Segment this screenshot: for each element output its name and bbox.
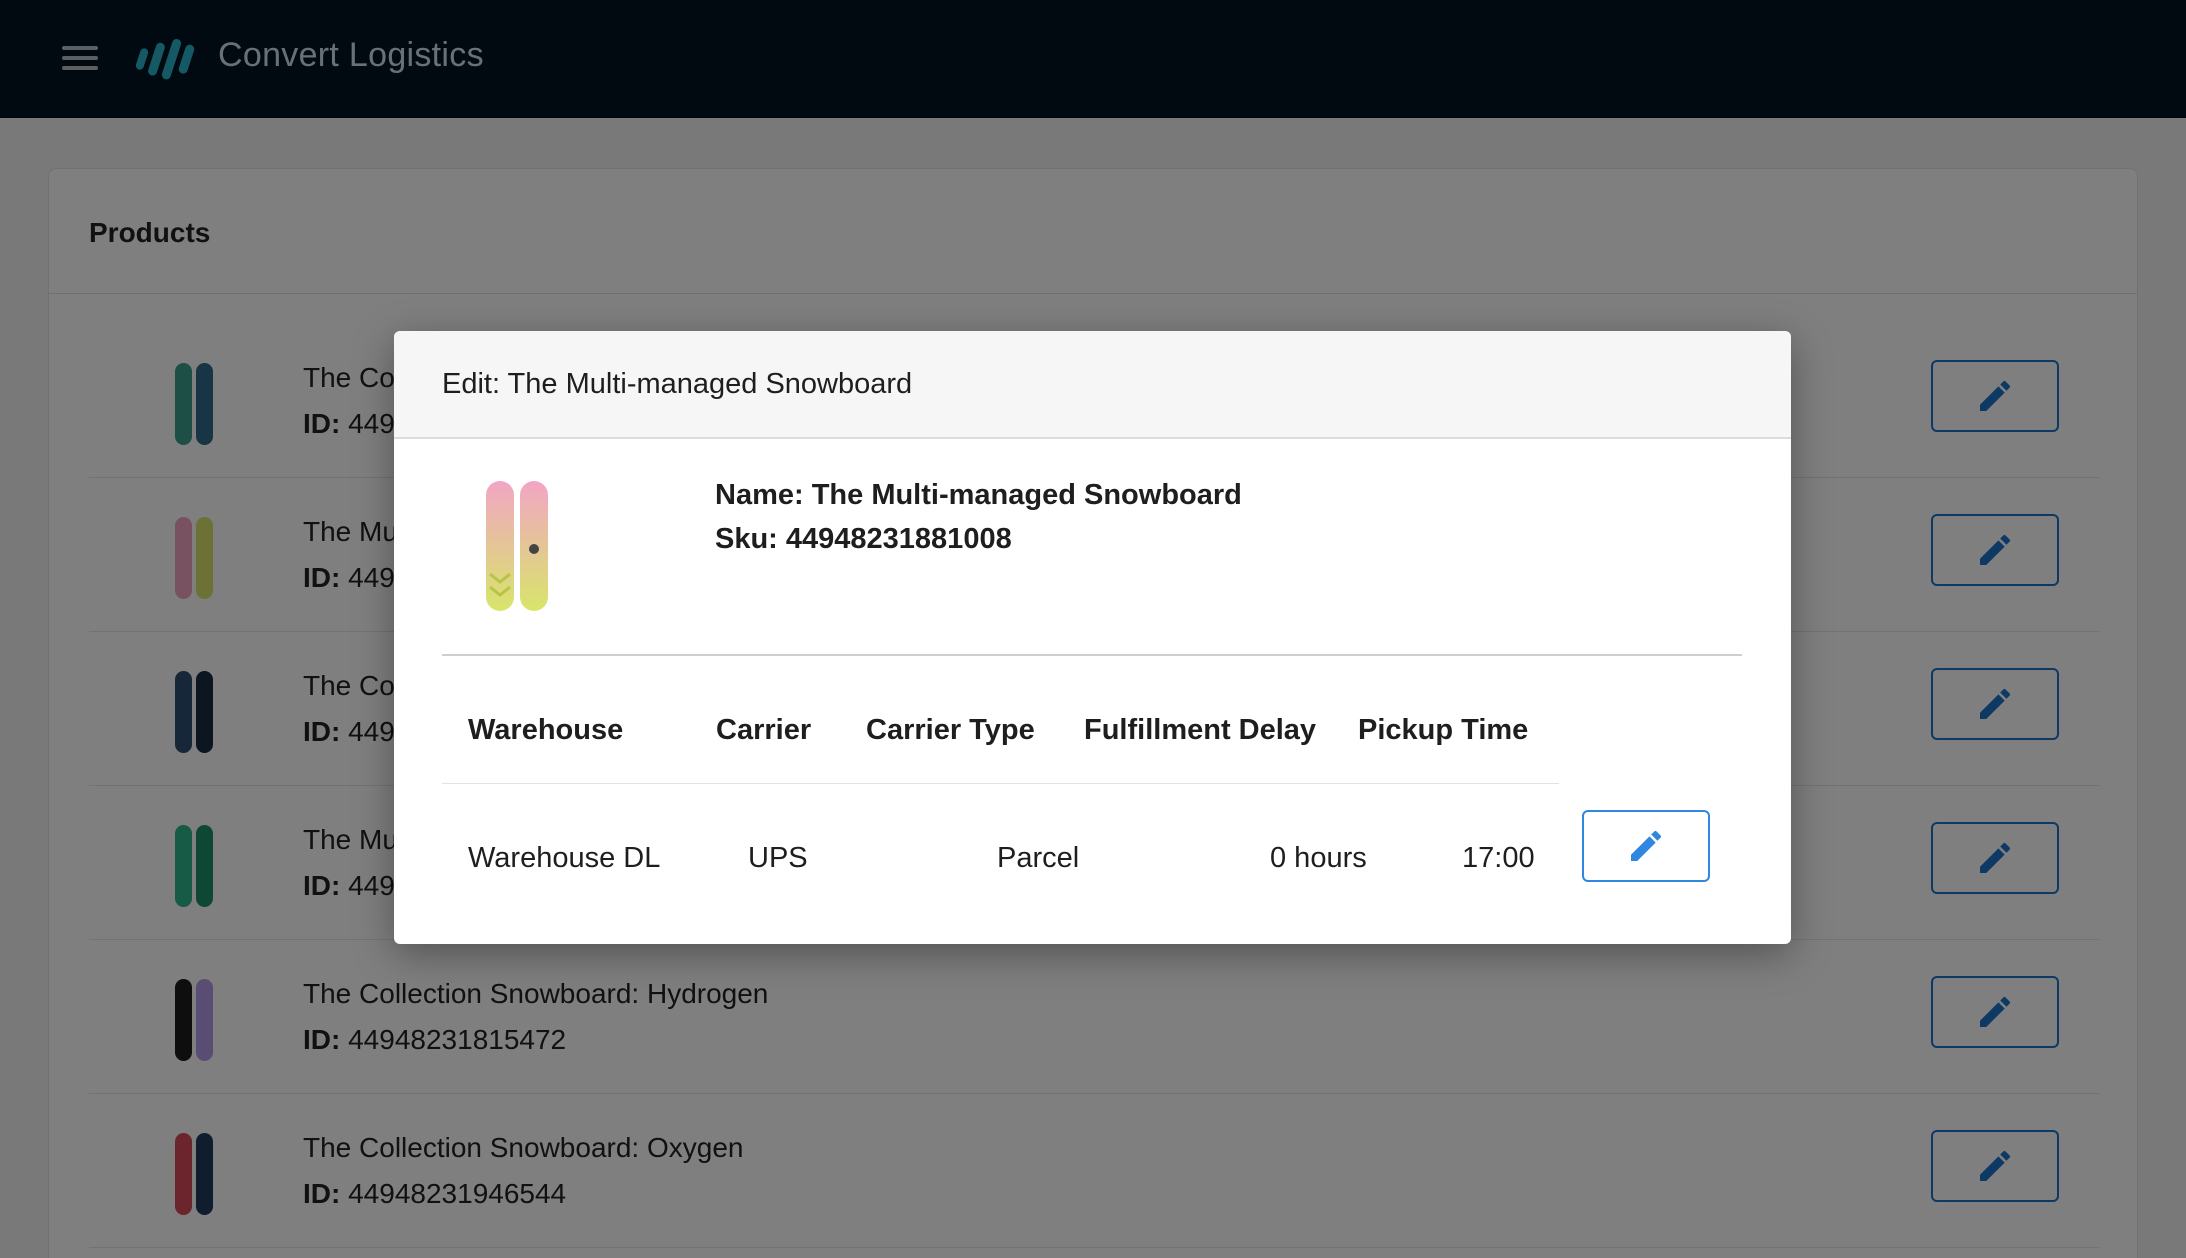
- column-header-warehouse: Warehouse: [468, 714, 624, 746]
- cell-fulfillment-delay: 0 hours: [1270, 842, 1367, 874]
- edit-product-dialog: Edit: The Multi-managed Snowboard Name: …: [394, 331, 1791, 944]
- snowboard-thumbnail: [486, 481, 548, 611]
- warehouse-table: Warehouse Carrier Carrier Type Fulfillme…: [442, 656, 1742, 916]
- column-header-carrier: Carrier: [716, 714, 812, 746]
- pencil-icon: [1631, 830, 1662, 861]
- header-divider: [442, 783, 1559, 784]
- column-header-pickup-time: Pickup Time: [1358, 714, 1529, 746]
- column-header-fulfillment-delay: Fulfillment Delay: [1084, 714, 1317, 746]
- product-name: Name: The Multi-managed Snowboard: [715, 479, 1242, 511]
- edit-warehouse-row-button[interactable]: [1582, 810, 1710, 882]
- cell-carrier-type: Parcel: [997, 842, 1080, 874]
- cell-warehouse: Warehouse DL: [468, 842, 661, 874]
- cell-carrier: UPS: [748, 842, 808, 874]
- column-header-carrier-type: Carrier Type: [866, 714, 1035, 746]
- cell-pickup-time: 17:00: [1462, 842, 1535, 874]
- dialog-title: Edit: The Multi-managed Snowboard: [394, 331, 1791, 439]
- product-sku: Sku: 44948231881008: [715, 523, 1012, 555]
- product-summary: Name: The Multi-managed Snowboard Sku: 4…: [442, 441, 1742, 656]
